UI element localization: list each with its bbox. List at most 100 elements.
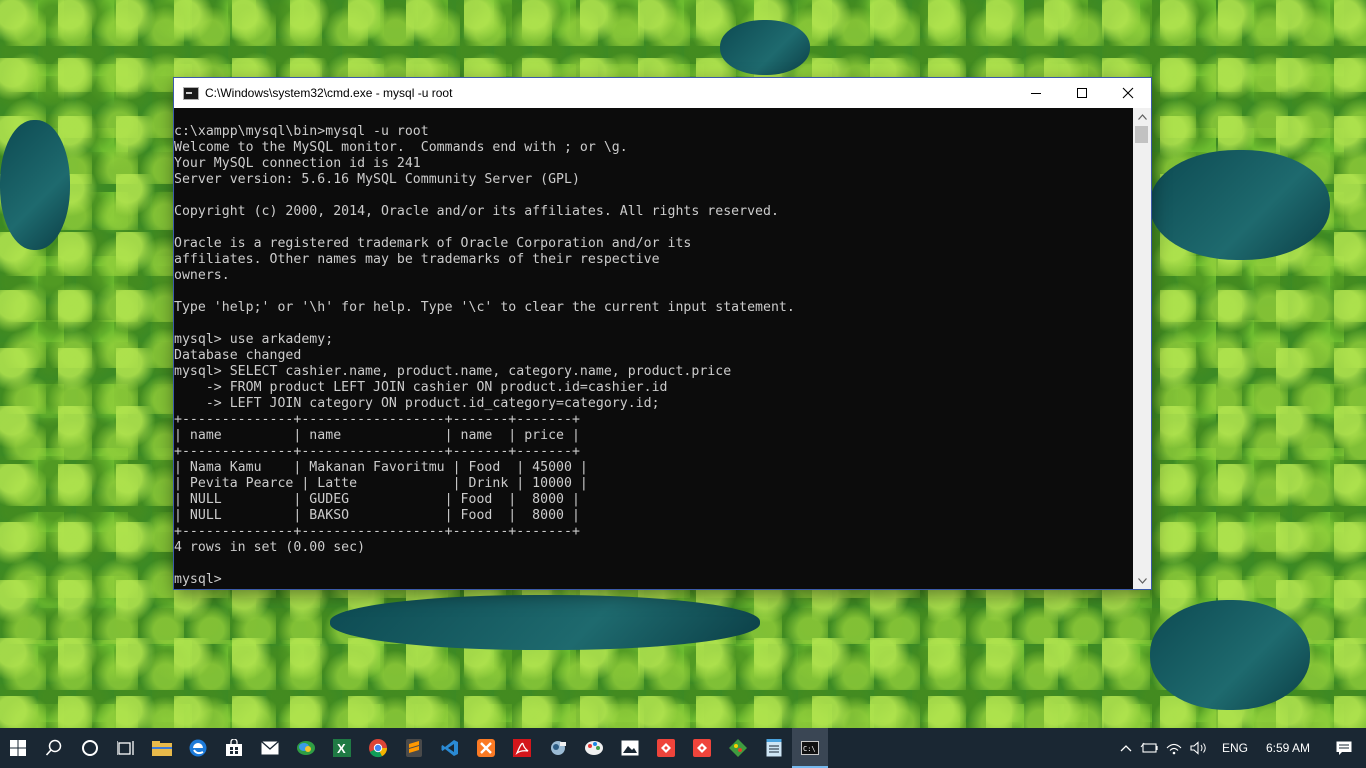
notification-icon [1336,741,1352,755]
start-button[interactable] [0,728,36,768]
app-icon [551,741,566,755]
vscode-button[interactable] [432,728,468,768]
edge-icon [189,739,207,757]
cmd-taskbar-button[interactable]: C:\ [792,728,828,768]
photos-button[interactable] [288,728,324,768]
excel-icon: X [333,739,351,757]
language-indicator[interactable]: ENG [1222,741,1248,755]
terminal-line: mysql> use arkademy; [174,332,334,347]
search-icon [45,739,62,756]
store-button[interactable] [216,728,252,768]
notepad-icon [766,739,782,757]
sublime-icon [406,739,422,757]
window-titlebar[interactable]: C:\Windows\system32\cmd.exe - mysql -u r… [174,78,1151,108]
gallery-button[interactable] [612,728,648,768]
cmd-icon: C:\ [801,741,819,755]
terminal-line: affiliates. Other names may be trademark… [174,252,660,267]
store-icon [226,739,242,756]
svg-text:C:\: C:\ [803,745,816,753]
scrollbar-thumb[interactable] [1135,126,1148,143]
chrome-button[interactable] [360,728,396,768]
terminal-line: mysql> SELECT cashier.name, product.name… [174,364,732,379]
taskbar: X C:\ ENG 6:59 AM [0,728,1366,768]
gallery-icon [621,740,639,756]
cortana-icon [82,740,98,756]
battery-icon[interactable] [1140,742,1158,754]
search-button[interactable] [36,728,72,768]
minimize-icon [1031,93,1041,94]
sublime-button[interactable] [396,728,432,768]
acrobat-button[interactable] [504,728,540,768]
wallpaper-water [0,120,70,250]
wallpaper-water [1150,150,1330,260]
notepad-button[interactable] [756,728,792,768]
cortana-button[interactable] [72,728,108,768]
cmd-app-icon [183,86,199,100]
terminal-line: +--------------+------------------+-----… [174,524,580,539]
wallpaper-water [330,595,760,650]
terminal-line: +--------------+------------------+-----… [174,444,580,459]
system-tray: ENG 6:59 AM [1116,728,1366,768]
window-title: C:\Windows\system32\cmd.exe - mysql -u r… [205,86,453,100]
wifi-icon[interactable] [1166,741,1182,755]
edge-button[interactable] [180,728,216,768]
chevron-up-icon [1137,113,1147,120]
chevron-down-icon [1137,577,1147,584]
terminal-line: | NULL | BAKSO | Food | 8000 | [174,508,580,523]
terminal-line: Copyright (c) 2000, 2014, Oracle and/or … [174,204,779,219]
clock[interactable]: 6:59 AM [1266,741,1310,755]
task-view-icon [117,741,134,755]
mail-icon [261,741,279,755]
task-view-button[interactable] [108,728,144,768]
xampp-icon [477,739,495,757]
anydesk2-icon [693,739,711,757]
maximize-icon [1077,88,1087,98]
terminal-line: | Pevita Pearce | Latte | Drink | 10000 … [174,476,588,491]
chrome-icon [369,739,388,758]
mail-button[interactable] [252,728,288,768]
terminal-line: -> FROM product LEFT JOIN cashier ON pro… [174,380,668,395]
vscode-icon [441,740,458,756]
terminal-line: Your MySQL connection id is 241 [174,156,421,171]
excel-button[interactable]: X [324,728,360,768]
action-center-button[interactable] [1336,741,1352,756]
app-button[interactable] [540,728,576,768]
windows-logo-icon [10,740,26,756]
anydesk-icon [657,739,675,757]
cmd-window[interactable]: C:\Windows\system32\cmd.exe - mysql -u r… [174,78,1151,589]
terminal-line: owners. [174,268,230,283]
anydesk-button[interactable] [648,728,684,768]
scroll-up-button[interactable] [1133,108,1151,125]
chevron-up-icon [1120,745,1132,752]
terminal-line: -> LEFT JOIN category ON product.id_cate… [174,396,660,411]
git-icon [729,739,747,757]
volume-icon[interactable] [1190,741,1208,755]
folder-icon [152,741,172,756]
paint-button[interactable] [576,728,612,768]
terminal-line: Database changed [174,348,302,363]
xampp-button[interactable] [468,728,504,768]
wallpaper-water [720,20,810,75]
maximize-button[interactable] [1059,78,1105,108]
scroll-down-button[interactable] [1133,572,1151,589]
close-icon [1122,87,1134,99]
wallpaper-water [1150,600,1310,710]
terminal-line: | Nama Kamu | Makanan Favoritmu | Food |… [174,460,588,475]
file-explorer-button[interactable] [144,728,180,768]
svg-text:X: X [337,741,346,756]
terminal-text: c:\xampp\mysql\bin>mysql -u root Welcome… [174,124,1133,588]
terminal-line: c:\xampp\mysql\bin>mysql -u root [174,124,429,139]
terminal-line: | NULL | GUDEG | Food | 8000 | [174,492,580,507]
acrobat-icon [513,739,531,757]
terminal-line: Server version: 5.6.16 MySQL Community S… [174,172,580,187]
terminal-line: 4 rows in set (0.00 sec) [174,540,366,555]
show-hidden-icons-button[interactable] [1120,744,1132,752]
close-button[interactable] [1105,78,1151,108]
git-button[interactable] [720,728,756,768]
terminal-line: | name | name | name | price | [174,428,580,443]
anydesk2-button[interactable] [684,728,720,768]
terminal-line: Welcome to the MySQL monitor. Commands e… [174,140,628,155]
terminal-output[interactable]: c:\xampp\mysql\bin>mysql -u root Welcome… [174,108,1133,589]
vertical-scrollbar[interactable] [1133,108,1151,589]
minimize-button[interactable] [1013,78,1059,108]
